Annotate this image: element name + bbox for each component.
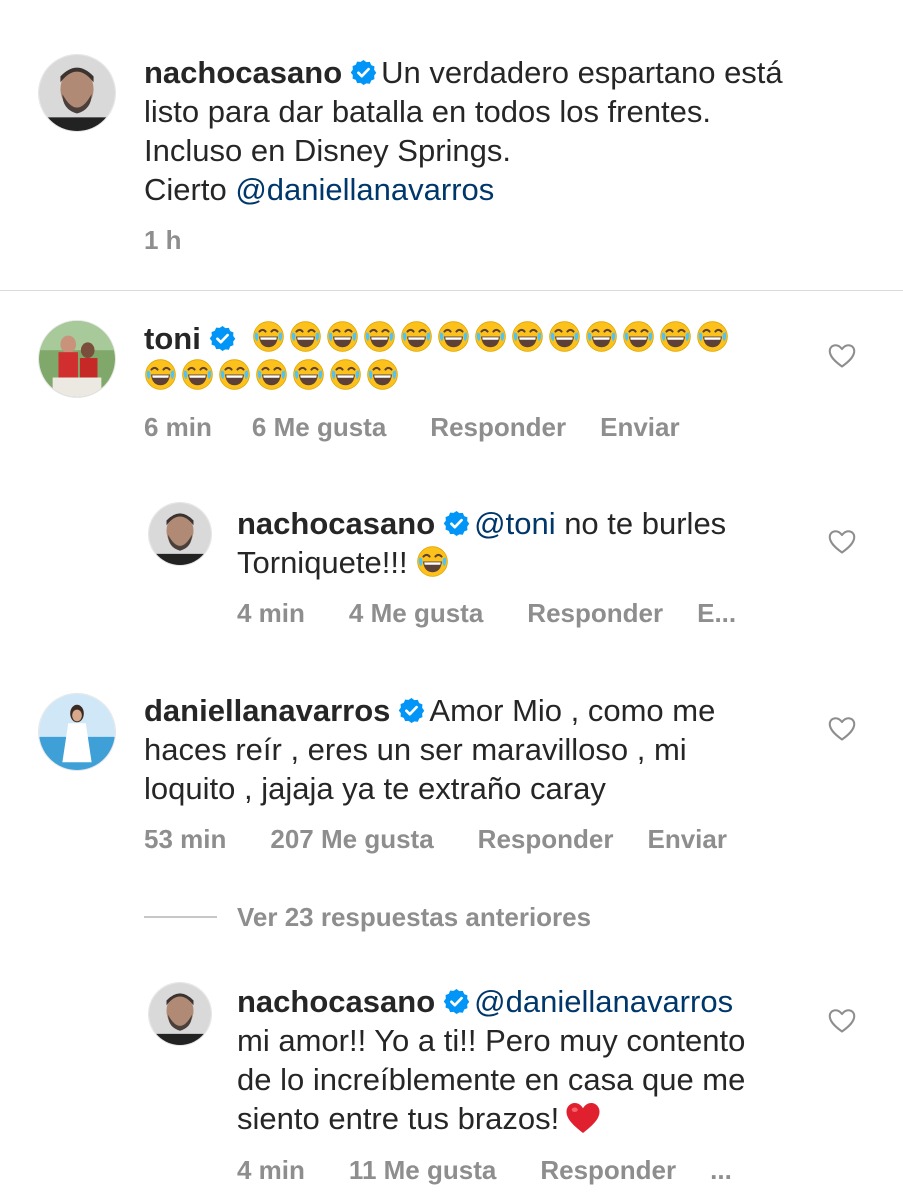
verified-badge-icon [209,325,236,352]
send-button[interactable]: E... [697,598,736,628]
reply-nacho-1-meta: 4 min 4 Me gusta Responder E... [237,598,736,628]
caption-line-3: Incluso en Disney Springs. [144,133,512,168]
reply-button[interactable]: Responder [540,1155,676,1185]
avatar-daniellanavarros[interactable] [38,693,116,771]
like-heart-icon[interactable] [828,343,856,369]
comment-daniella-line-1: Amor Mio , como me [429,693,716,728]
comment-toni-meta: 6 min 6 Me gusta Responder Enviar [144,412,680,442]
laughing-tears-emoji-icon [659,320,692,353]
caption-username[interactable]: nachocasano [144,55,342,90]
comment-time: 4 min [237,598,305,628]
view-previous-replies-button[interactable]: Ver 23 respuestas anteriores [237,902,591,932]
comment-toni-username[interactable]: toni [144,321,201,356]
laughing-tears-emoji-icon [474,320,507,353]
emoji-row-2 [144,358,403,398]
comment-daniella-line-2: haces reír , eres un ser maravilloso , m… [144,732,687,767]
laughing-tears-emoji-icon [437,320,470,353]
more-options-button[interactable]: ... [710,1155,732,1185]
avatar-nachocasano[interactable] [148,502,212,566]
reply-button[interactable]: Responder [527,598,663,628]
post-caption: nachocasano Un verdadero espartano está l… [0,0,903,290]
comment-daniella-line-3: loquito , jajaja ya te extraño caray [144,771,606,806]
laughing-tears-emoji-icon [416,545,449,578]
emoji-row-1 [252,320,733,360]
laughing-tears-emoji-icon [292,358,325,391]
send-button[interactable]: Enviar [600,412,680,442]
like-heart-icon[interactable] [828,529,856,555]
laughing-tears-emoji-icon [363,320,396,353]
verified-badge-icon [350,59,377,86]
reply-nacho-1-body: nachocasano @toni no te burles Torniquete… [237,504,817,582]
laughing-tears-emoji-icon [548,320,581,353]
send-button[interactable]: Enviar [647,824,727,854]
likes-count[interactable]: 6 Me gusta [252,412,386,442]
comment-toni-header: toni [144,319,240,358]
laughing-tears-emoji-icon [144,358,177,391]
laughing-tears-emoji-icon [289,320,322,353]
reply-mention-link[interactable]: @daniellanavarros [474,984,733,1019]
reply-nacho-1-text-2: Torniquete!!! [237,545,408,580]
comment-time: 4 min [237,1155,305,1185]
comment-time: 53 min [144,824,227,854]
laughing-tears-emoji-icon [585,320,618,353]
view-replies-divider [144,916,217,918]
laughing-tears-emoji-icon [511,320,544,353]
like-heart-icon[interactable] [828,716,856,742]
reply-button[interactable]: Responder [430,412,566,442]
reply-nacho-2-line-2: mi amor!! Yo a ti!! Pero muy contento [237,1023,746,1058]
caption-line-1: Un verdadero espartano está [381,55,783,90]
comment-daniella-body: daniellanavarros Amor Mio , como me haces… [144,691,844,808]
comment-time: 6 min [144,412,212,442]
laughing-tears-emoji-icon [400,320,433,353]
reply-nacho-2-line-4: siento entre tus brazos! [237,1101,560,1136]
laughing-tears-emoji-icon [181,358,214,391]
like-heart-icon[interactable] [828,1008,856,1034]
comment-daniella-username[interactable]: daniellanavarros [144,693,390,728]
caption-mention-link[interactable]: @daniellanavarros [235,172,494,207]
reply-nacho-2-body: nachocasano @daniellanavarros mi amor!! Y… [237,982,827,1138]
laughing-tears-emoji-icon [218,358,251,391]
reply-nacho-2-line-3: de lo increíblemente en casa que me [237,1062,746,1097]
laughing-tears-emoji-icon [255,358,288,391]
avatar-nachocasano[interactable] [38,54,116,132]
reply-nacho-2-meta: 4 min 11 Me gusta Responder... [237,1155,732,1185]
laughing-tears-emoji-icon [696,320,729,353]
caption-body: nachocasano Un verdadero espartano está l… [144,53,864,209]
avatar-toni[interactable] [38,320,116,398]
verified-badge-icon [443,988,470,1015]
reply-nacho-1-username[interactable]: nachocasano [237,506,435,541]
caption-line-4-prefix: Cierto [144,172,236,207]
laughing-tears-emoji-icon [326,320,359,353]
verified-badge-icon [398,697,425,724]
reply-mention-link[interactable]: @toni [474,506,555,541]
likes-count[interactable]: 4 Me gusta [349,598,483,628]
laughing-tears-emoji-icon [252,320,285,353]
likes-count[interactable]: 207 Me gusta [270,824,433,854]
caption-time: 1 h [144,225,182,255]
comment-daniella-meta: 53 min 207 Me gusta Responder Enviar [144,824,727,854]
caption-divider [0,290,903,291]
verified-badge-icon [443,510,470,537]
caption-line-2: listo para dar batalla en todos los fren… [144,94,711,129]
avatar-nachocasano[interactable] [148,982,212,1046]
reply-button[interactable]: Responder [478,824,614,854]
red-heart-emoji-icon [565,1101,601,1135]
likes-count[interactable]: 11 Me gusta [349,1155,496,1185]
laughing-tears-emoji-icon [366,358,399,391]
laughing-tears-emoji-icon [622,320,655,353]
reply-nacho-2-username[interactable]: nachocasano [237,984,435,1019]
laughing-tears-emoji-icon [329,358,362,391]
reply-nacho-1-text-1: no te burles [555,506,727,541]
